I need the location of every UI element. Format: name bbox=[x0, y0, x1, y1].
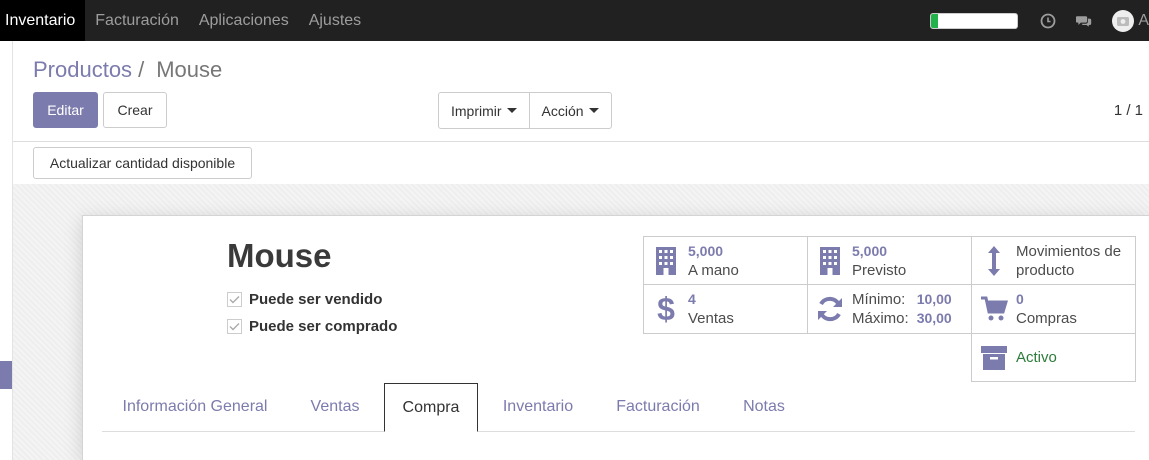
shopping-cart-icon bbox=[972, 296, 1016, 322]
purchase-ok-field[interactable]: Puede ser comprado bbox=[227, 318, 397, 335]
loading-progress-bar bbox=[930, 12, 1019, 29]
sales-value: 4 bbox=[688, 291, 696, 307]
divider bbox=[13, 141, 1149, 142]
caret-down-icon bbox=[588, 108, 599, 113]
svg-text:$: $ bbox=[657, 292, 675, 326]
checkbox-purchase-ok[interactable] bbox=[227, 319, 242, 334]
menu-ajustes[interactable]: Ajustes bbox=[299, 0, 371, 41]
on-hand-value: 5,000 bbox=[688, 242, 724, 259]
checkbox-sale-ok[interactable] bbox=[227, 292, 242, 307]
progress-fill bbox=[931, 13, 939, 28]
min-value: 10,00 bbox=[916, 291, 952, 307]
moves-line2: producto bbox=[1016, 261, 1075, 279]
left-sidebar-edge bbox=[0, 41, 13, 460]
refresh-icon bbox=[808, 295, 852, 323]
stat-purchases[interactable]: 0 Compras bbox=[971, 284, 1136, 334]
forecast-label: Previsto bbox=[852, 261, 907, 279]
clock-icon[interactable] bbox=[1040, 13, 1056, 29]
action-dropdowns: Imprimir Acción bbox=[438, 92, 612, 129]
archive-icon bbox=[972, 345, 1016, 371]
tab-ventas[interactable]: Ventas bbox=[291, 383, 379, 431]
breadcrumb-current: Mouse bbox=[156, 57, 223, 82]
min-label: Mínimo: bbox=[852, 291, 906, 308]
sales-label: Ventas bbox=[688, 310, 734, 327]
control-panel: Productos / Mouse Editar Crear Imprimir … bbox=[13, 41, 1149, 184]
chat-icon[interactable] bbox=[1076, 13, 1092, 29]
vertical-arrows-icon bbox=[972, 245, 1016, 277]
stat-forecast[interactable]: 5,000 Previsto bbox=[807, 236, 972, 285]
menu-aplicaciones[interactable]: Aplicaciones bbox=[189, 0, 299, 41]
building-icon bbox=[644, 246, 688, 276]
action-label: Acción bbox=[541, 102, 584, 119]
stat-sales[interactable]: $ 4 Ventas bbox=[643, 284, 808, 334]
app-menu-inventario[interactable]: Inventario bbox=[0, 0, 86, 41]
sale-ok-label: Puede ser vendido bbox=[249, 291, 383, 308]
edit-button[interactable]: Editar bbox=[33, 92, 98, 128]
user-avatar[interactable] bbox=[1112, 9, 1135, 32]
tab-inventario[interactable]: Inventario bbox=[485, 383, 591, 431]
stat-active-toggle[interactable]: Activo bbox=[971, 333, 1136, 382]
breadcrumb-separator: / bbox=[138, 57, 145, 82]
purchase-ok-label: Puede ser comprado bbox=[249, 318, 398, 335]
dollar-icon: $ bbox=[644, 292, 688, 326]
breadcrumb-productos[interactable]: Productos bbox=[33, 57, 132, 83]
print-dropdown[interactable]: Imprimir bbox=[439, 93, 529, 128]
user-name[interactable]: A bbox=[1138, 12, 1149, 30]
action-dropdown[interactable]: Acción bbox=[528, 93, 611, 128]
forecast-value: 5,000 bbox=[852, 242, 888, 259]
purchases-value: 0 bbox=[1016, 291, 1024, 307]
max-label: Máximo: bbox=[852, 310, 909, 327]
check-icon bbox=[229, 323, 240, 331]
update-quantity-button[interactable]: Actualizar cantidad disponible bbox=[33, 147, 252, 179]
breadcrumb: Productos / Mouse bbox=[33, 57, 222, 83]
tab-informacion-general[interactable]: Información General bbox=[106, 383, 284, 431]
building-icon bbox=[808, 246, 852, 276]
tab-compra[interactable]: Compra bbox=[384, 383, 478, 432]
tab-notas[interactable]: Notas bbox=[725, 383, 803, 431]
sale-ok-field[interactable]: Puede ser vendido bbox=[227, 291, 382, 308]
top-navbar: Inventario Facturación Aplicaciones Ajus… bbox=[0, 0, 1149, 41]
moves-line1: Movimientos de bbox=[1016, 242, 1122, 260]
print-label: Imprimir bbox=[451, 102, 502, 119]
active-label: Activo bbox=[1016, 349, 1057, 366]
tabs-underline bbox=[102, 431, 1135, 432]
on-hand-label: A mano bbox=[688, 261, 739, 279]
stat-on-hand[interactable]: 5,000 A mano bbox=[643, 236, 808, 285]
create-button[interactable]: Crear bbox=[103, 92, 167, 128]
tab-facturacion[interactable]: Facturación bbox=[598, 383, 718, 431]
stat-reordering-rules[interactable]: Mínimo: 10,00 Máximo: 30,00 bbox=[807, 284, 972, 334]
purchases-label: Compras bbox=[1016, 310, 1077, 327]
stat-stock-moves[interactable]: Movimientos de producto bbox=[971, 236, 1136, 285]
menu-facturacion[interactable]: Facturación bbox=[85, 0, 189, 41]
max-value: 30,00 bbox=[916, 310, 952, 326]
pager[interactable]: 1 / 1 bbox=[1114, 102, 1143, 119]
check-icon bbox=[229, 296, 240, 304]
caret-down-icon bbox=[506, 108, 517, 113]
product-name[interactable]: Mouse bbox=[227, 237, 332, 275]
left-sidebar-marker bbox=[0, 361, 12, 389]
